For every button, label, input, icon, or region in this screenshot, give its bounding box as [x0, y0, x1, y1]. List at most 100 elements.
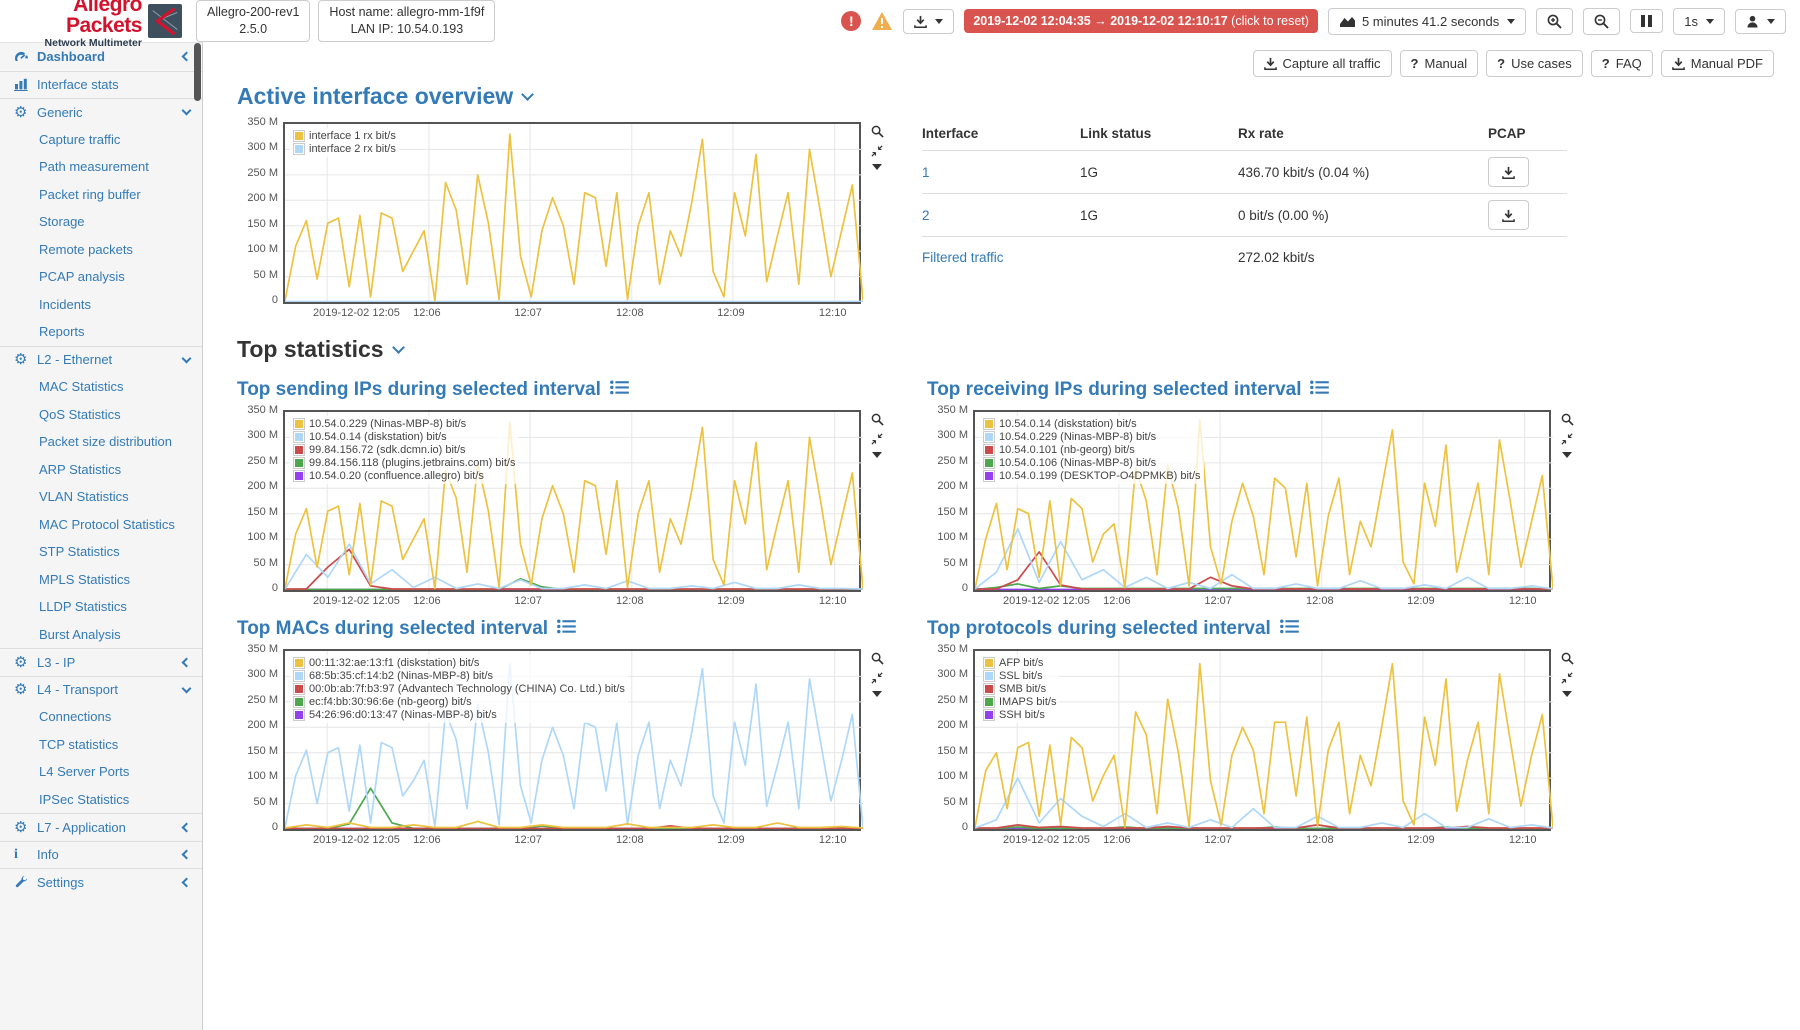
info-icon: i — [14, 847, 37, 863]
sidebar-item-path-measurement[interactable]: Path measurement — [0, 153, 202, 181]
sidebar-item-ipsec-statistics[interactable]: IPSec Statistics — [0, 786, 202, 814]
sidebar-item-label: Storage — [39, 214, 190, 229]
caret-down-icon[interactable] — [872, 164, 882, 170]
compress-icon[interactable] — [1561, 433, 1573, 445]
magnifier-icon[interactable] — [871, 652, 884, 665]
refresh-interval-button[interactable]: 1s — [1673, 8, 1725, 35]
manual-button[interactable]: ? Manual — [1400, 50, 1479, 77]
sidebar-item-tcp-statistics[interactable]: TCP statistics — [0, 731, 202, 759]
use-cases-button[interactable]: ? Use cases — [1486, 50, 1583, 77]
sidebar-item-incidents[interactable]: Incidents — [0, 291, 202, 319]
panel-title-top-protocols-during-selected-interval[interactable]: Top protocols during selected interval — [927, 618, 1587, 640]
chart-plot-area[interactable]: 00:11:32:ae:13:f1 (diskstation) bit/s68:… — [283, 649, 861, 831]
compress-icon[interactable] — [871, 433, 883, 445]
caret-down-icon[interactable] — [872, 691, 882, 697]
sidebar-item-storage[interactable]: Storage — [0, 208, 202, 236]
top-statistics-heading[interactable]: Top statistics — [237, 336, 1774, 363]
y-tick-label: 100 M — [937, 531, 968, 543]
dashboard-icon — [14, 50, 37, 63]
sidebar-item-l4-server-ports[interactable]: L4 Server Ports — [0, 758, 202, 786]
legend-entry: 10.54.0.14 (diskstation) bit/s — [983, 418, 1201, 430]
sidebar-item-capture-traffic[interactable]: Capture traffic — [0, 126, 202, 154]
zoom-in-button[interactable] — [1536, 8, 1573, 35]
legend-entry: interface 1 rx bit/s — [293, 130, 396, 142]
interface-link[interactable]: 1 — [922, 165, 930, 180]
interface-link[interactable]: 2 — [922, 208, 930, 223]
sidebar-item-reports[interactable]: Reports — [0, 318, 202, 346]
pause-button[interactable] — [1630, 9, 1663, 33]
list-icon — [1310, 379, 1329, 401]
capture-all-traffic-button[interactable]: Capture all traffic — [1253, 50, 1392, 77]
x-axis: 2019-12-02 12:0512:0612:0712:0812:0912:1… — [283, 304, 865, 320]
compress-icon[interactable] — [871, 145, 883, 157]
caret-down-icon[interactable] — [1562, 452, 1572, 458]
chart-plot-area[interactable]: 10.54.0.229 (Ninas-MBP-8) bit/s10.54.0.1… — [283, 410, 861, 592]
magnifier-icon[interactable] — [1561, 413, 1574, 426]
chart-plot-area[interactable]: 10.54.0.14 (diskstation) bit/s10.54.0.22… — [973, 410, 1551, 592]
legend-label: 10.54.0.101 (nb-georg) bit/s — [999, 444, 1135, 456]
sidebar-item-pcap-analysis[interactable]: PCAP analysis — [0, 263, 202, 291]
panel-title-top-sending-ips-during-selected-interval[interactable]: Top sending IPs during selected interval — [237, 379, 897, 401]
compress-icon[interactable] — [871, 672, 883, 684]
sidebar-item-interface-stats[interactable]: Interface stats — [0, 71, 202, 99]
panel-title-top-macs-during-selected-interval[interactable]: Top MACs during selected interval — [237, 618, 897, 640]
active-interface-overview-heading[interactable]: Active interface overview — [237, 83, 1774, 110]
chart-plot-area[interactable]: interface 1 rx bit/sinterface 2 rx bit/s — [283, 122, 861, 304]
sidebar-item-generic[interactable]: ⚙Generic — [0, 98, 202, 126]
panel-title-top-receiving-ips-during-selected-interval[interactable]: Top receiving IPs during selected interv… — [927, 379, 1587, 401]
compress-icon[interactable] — [1561, 672, 1573, 684]
caret-down-icon[interactable] — [1562, 691, 1572, 697]
y-tick-label: 200 M — [247, 480, 278, 492]
sidebar-item-lldp-statistics[interactable]: LLDP Statistics — [0, 593, 202, 621]
sidebar-item-mac-protocol-statistics[interactable]: MAC Protocol Statistics — [0, 511, 202, 539]
list-icon — [610, 379, 629, 401]
sidebar-item-qos-statistics[interactable]: QoS Statistics — [0, 401, 202, 429]
sidebar-item-arp-statistics[interactable]: ARP Statistics — [0, 456, 202, 484]
warning-icon[interactable] — [871, 11, 893, 31]
x-tick-label: 2019-12-02 12:05 — [313, 834, 400, 846]
sidebar-item-packet-ring-buffer[interactable]: Packet ring buffer — [0, 181, 202, 209]
legend-label: 99.84.156.118 (plugins.jetbrains.com) bi… — [309, 457, 515, 469]
pcap-download-button[interactable] — [1488, 200, 1529, 230]
host-info-box: Host name: allegro-mm-1f9f LAN IP: 10.54… — [318, 0, 495, 42]
error-icon[interactable]: ! — [841, 11, 861, 31]
chevron-left-icon — [182, 850, 192, 860]
sidebar-item-stp-statistics[interactable]: STP Statistics — [0, 538, 202, 566]
sidebar-scrollbar[interactable] — [194, 43, 201, 101]
x-tick-label: 12:06 — [1103, 834, 1131, 846]
sidebar-item-mpls-statistics[interactable]: MPLS Statistics — [0, 566, 202, 594]
sidebar-item-packet-size-distribution[interactable]: Packet size distribution — [0, 428, 202, 456]
x-tick-label: 12:08 — [616, 307, 644, 319]
sidebar-item-vlan-statistics[interactable]: VLAN Statistics — [0, 483, 202, 511]
chart-plot-area[interactable]: AFP bit/sSSL bit/sSMB bit/sIMAPS bit/sSS… — [973, 649, 1551, 831]
time-range-badge[interactable]: 2019-12-02 12:04:35 → 2019-12-02 12:10:1… — [964, 9, 1318, 33]
interface-link[interactable]: Filtered traffic — [922, 250, 1004, 265]
pcap-download-button[interactable] — [1488, 157, 1529, 187]
manual-pdf-button[interactable]: Manual PDF — [1661, 50, 1774, 77]
brand-logo[interactable]: Allegro Packets Network Multimeter — [0, 0, 188, 48]
sidebar-item-mac-statistics[interactable]: MAC Statistics — [0, 373, 202, 401]
sidebar-item-l7-application[interactable]: ⚙L7 - Application — [0, 813, 202, 841]
y-tick-label: 50 M — [944, 796, 968, 808]
magnifier-icon[interactable] — [1561, 652, 1574, 665]
faq-button[interactable]: ? FAQ — [1591, 50, 1653, 77]
sidebar-item-l3-ip[interactable]: ⚙L3 - IP — [0, 648, 202, 676]
sidebar-item-label: L7 - Application — [37, 820, 183, 835]
sidebar-item-burst-analysis[interactable]: Burst Analysis — [0, 621, 202, 649]
sidebar-item-label: Remote packets — [39, 242, 190, 257]
sidebar-item-l4-transport[interactable]: ⚙L4 - Transport — [0, 676, 202, 704]
magnifier-icon[interactable] — [871, 413, 884, 426]
sidebar-item-connections[interactable]: Connections — [0, 703, 202, 731]
user-menu-button[interactable] — [1735, 9, 1786, 34]
rx-rate: 272.02 kbit/s — [1238, 250, 1488, 265]
sidebar-item-remote-packets[interactable]: Remote packets — [0, 236, 202, 264]
export-download-button[interactable] — [903, 9, 954, 34]
sidebar-item-info[interactable]: iInfo — [0, 841, 202, 869]
caret-down-icon[interactable] — [872, 452, 882, 458]
sidebar-item-settings[interactable]: Settings — [0, 868, 202, 896]
wrench-icon — [14, 875, 37, 889]
duration-selector-button[interactable]: 5 minutes 41.2 seconds — [1328, 8, 1526, 35]
sidebar-item-l2-ethernet[interactable]: ⚙L2 - Ethernet — [0, 346, 202, 374]
zoom-out-button[interactable] — [1583, 8, 1620, 35]
magnifier-icon[interactable] — [871, 125, 884, 138]
